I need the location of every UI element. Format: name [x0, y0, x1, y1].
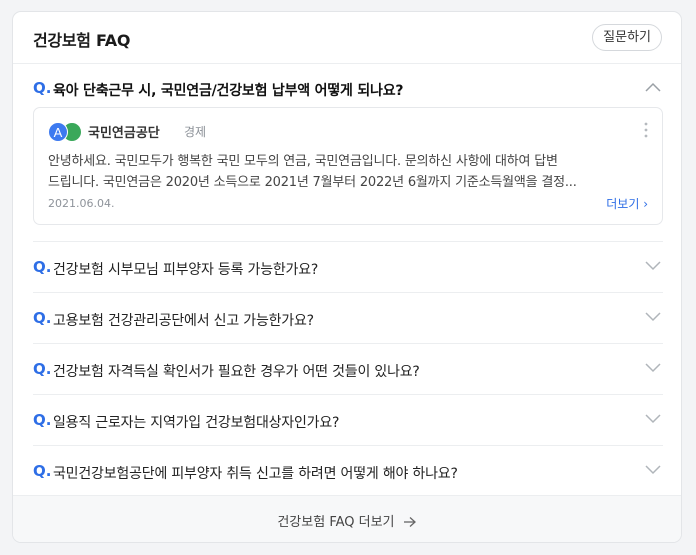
- faq-question: 건강보험 자격득실 확인서가 필요한 경우가 어떤 것들이 있나요?: [53, 364, 420, 380]
- faq-more-link[interactable]: 건강보험 FAQ 더보기: [277, 511, 416, 530]
- chevron-down-icon[interactable]: [645, 363, 661, 373]
- faq-item-2[interactable]: Q. 고용보험 건강관리공단에서 신고 가능한가요?: [33, 294, 663, 344]
- answer-more-link[interactable]: 더보기 ›: [606, 195, 648, 212]
- answer-source-name[interactable]: 국민연금공단: [88, 122, 160, 141]
- faq-card: 건강보험 FAQ 질문하기 Q. 육아 단축근무 시, 국민연금/건강보험 납부…: [12, 11, 682, 543]
- ask-question-button[interactable]: 질문하기: [592, 24, 662, 51]
- answer-category: 경제: [184, 125, 207, 139]
- q-mark: Q.: [33, 309, 52, 327]
- faq-item-1[interactable]: Q. 건강보험 시부모님 피부양자 등록 가능한가요?: [33, 243, 663, 293]
- faq-item-5[interactable]: Q. 국민건강보험공단에 피부양자 취득 신고를 하려면 어떻게 해야 하나요?: [33, 447, 663, 497]
- answer-card: A 국민연금공단 경제 안녕하세요. 국민모두가 행복한 국민 모두의 연금, …: [33, 107, 663, 225]
- faq-more-footer[interactable]: 건강보험 FAQ 더보기: [13, 495, 681, 542]
- answer-line-2: 드립니다. 국민연금은 2020년 소득으로 2021년 7월부터 2022년 …: [48, 175, 577, 190]
- chevron-down-icon[interactable]: [645, 465, 661, 475]
- arrow-right-icon: [403, 517, 416, 527]
- q-mark: Q.: [33, 411, 52, 429]
- q-mark: Q.: [33, 79, 52, 97]
- chevron-down-icon[interactable]: [645, 414, 661, 424]
- faq-question: 건강보험 시부모님 피부양자 등록 가능한가요?: [53, 262, 319, 278]
- source-logo-letter: A: [48, 122, 68, 142]
- q-mark: Q.: [33, 462, 52, 480]
- faq-question: 국민건강보험공단에 피부양자 취득 신고를 하려면 어떻게 해야 하나요?: [53, 466, 458, 482]
- source-logo: A: [48, 122, 82, 144]
- faq-question: 고용보험 건강관리공단에서 신고 가능한가요?: [53, 313, 314, 329]
- chevron-down-icon[interactable]: [645, 261, 661, 271]
- more-options-icon[interactable]: [644, 122, 648, 138]
- answer-text: 안녕하세요. 국민모두가 행복한 국민 모두의 연금, 국민연금입니다. 문의하…: [48, 151, 648, 193]
- chevron-down-icon[interactable]: [645, 312, 661, 322]
- card-title: 건강보험 FAQ: [33, 31, 131, 50]
- card-header: 건강보험 FAQ 질문하기: [13, 12, 681, 64]
- chevron-up-icon[interactable]: [645, 82, 661, 92]
- faq-item-3[interactable]: Q. 건강보험 자격득실 확인서가 필요한 경우가 어떤 것들이 있나요?: [33, 345, 663, 395]
- faq-question: 육아 단축근무 시, 국민연금/건강보험 납부액 어떻게 되나요?: [53, 83, 404, 99]
- q-mark: Q.: [33, 258, 52, 276]
- faq-more-label: 건강보험 FAQ 더보기: [277, 515, 395, 530]
- faq-question: 일용직 근로자는 지역가입 건강보험대상자인가요?: [53, 415, 340, 431]
- q-mark: Q.: [33, 360, 52, 378]
- faq-item-4[interactable]: Q. 일용직 근로자는 지역가입 건강보험대상자인가요?: [33, 396, 663, 446]
- answer-date: 2021.06.04.: [48, 197, 115, 210]
- answer-line-1: 안녕하세요. 국민모두가 행복한 국민 모두의 연금, 국민연금입니다. 문의하…: [48, 154, 558, 169]
